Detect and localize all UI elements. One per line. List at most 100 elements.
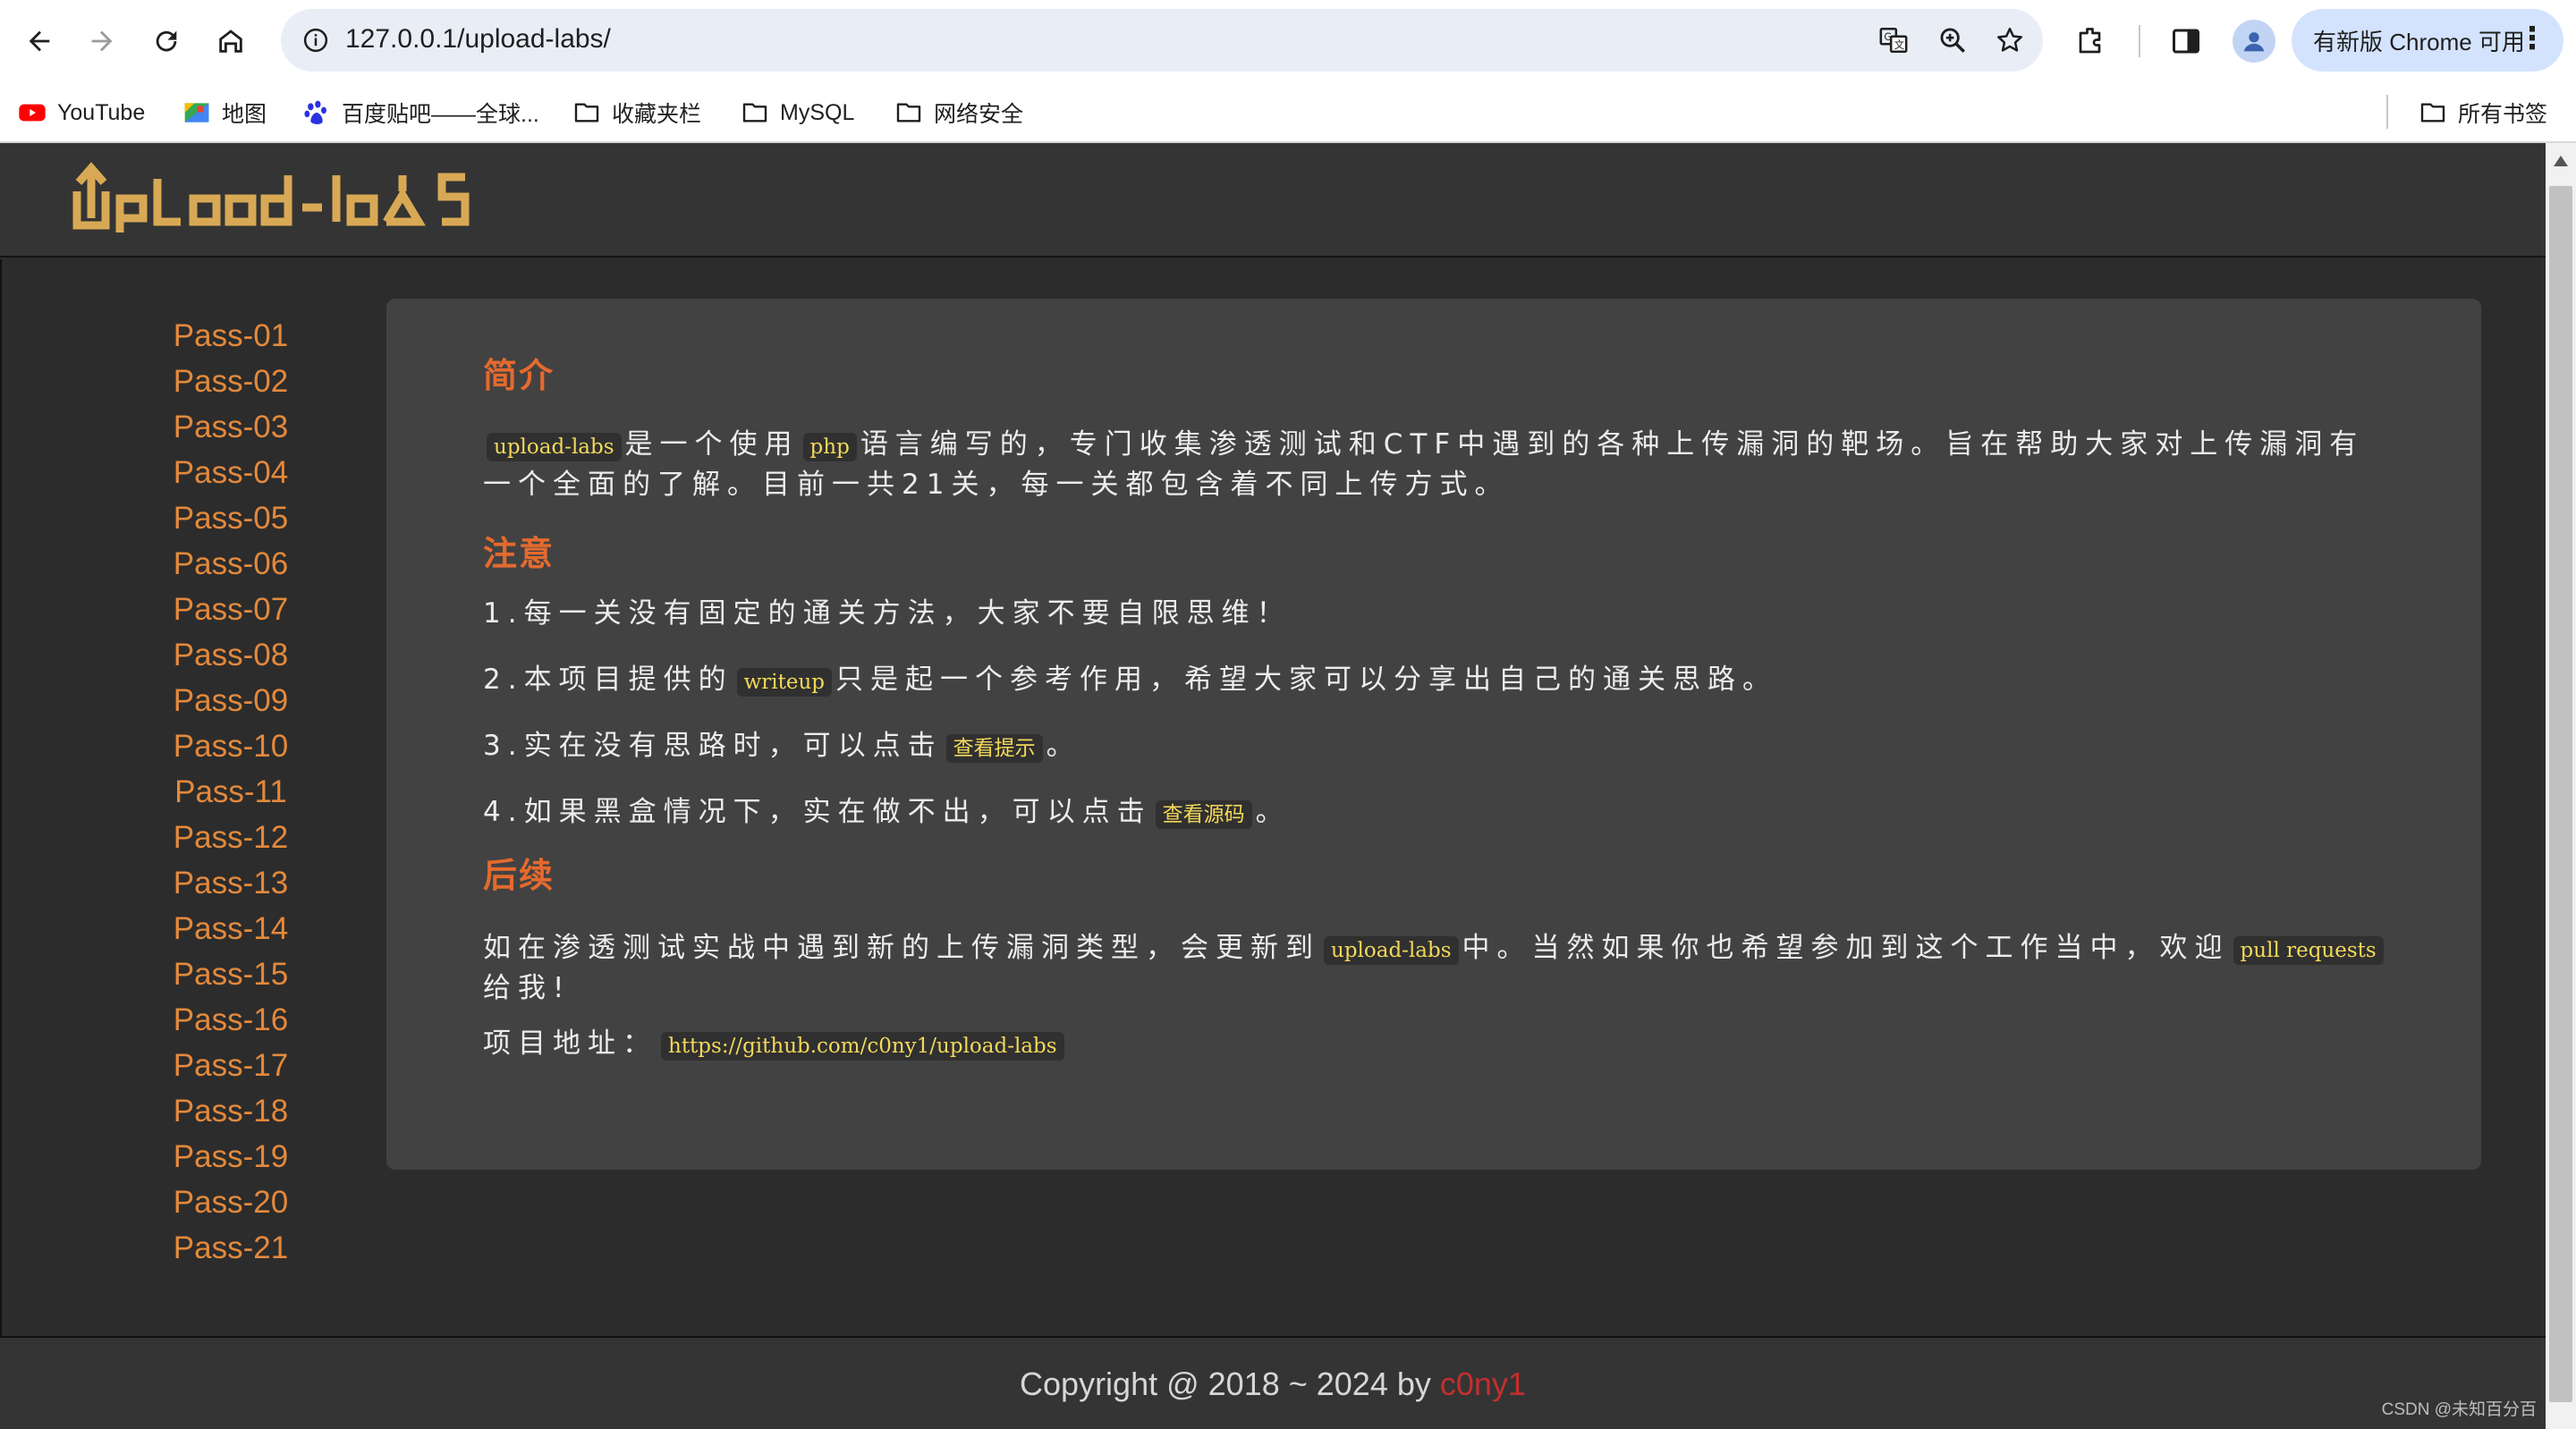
author-link[interactable]: c0ny1 bbox=[1440, 1366, 1526, 1402]
project-address: 项目地址： https://github.com/c0ny1/upload-lab… bbox=[483, 1010, 2388, 1077]
folder-icon bbox=[896, 103, 921, 123]
note-3-text-a: 3.实在没有思路时，可以点击 bbox=[483, 730, 943, 762]
content-panel: 简介 upload-labs 是一个使用 php 语言编写的，专门收集渗透测试和CTF… bbox=[386, 299, 2481, 1170]
bookmark-folder-mysql[interactable]: MySQL bbox=[741, 93, 854, 132]
folder-icon bbox=[574, 103, 599, 123]
maps-icon bbox=[184, 103, 209, 123]
pass-link-07[interactable]: Pass-07 bbox=[132, 587, 329, 632]
pass-link-10[interactable]: Pass-10 bbox=[132, 723, 329, 769]
all-bookmarks-button[interactable]: 所有书签 bbox=[2419, 93, 2547, 132]
code-pull-requests: pull requests bbox=[2233, 936, 2384, 965]
project-address-link[interactable]: https://github.com/c0ny1/upload-labs bbox=[661, 1032, 1064, 1061]
note-2-text-b: 只是起一个参考作用，希望大家可以分享出自己的通关思路。 bbox=[835, 664, 1778, 696]
pass-link-06[interactable]: Pass-06 bbox=[132, 541, 329, 587]
pass-link-09[interactable]: Pass-09 bbox=[132, 678, 329, 723]
bookmarks-divider bbox=[2386, 95, 2388, 129]
folder-icon bbox=[742, 103, 767, 123]
bookmark-folder-security[interactable]: 网络安全 bbox=[894, 93, 1023, 132]
pass-link-18[interactable]: Pass-18 bbox=[132, 1088, 329, 1134]
pass-link-02[interactable]: Pass-02 bbox=[132, 359, 329, 404]
pass-link-16[interactable]: Pass-16 bbox=[132, 997, 329, 1043]
baidu-paw-icon bbox=[304, 100, 326, 124]
view-hint-button[interactable]: 查看提示 bbox=[945, 734, 1043, 763]
youtube-icon bbox=[19, 104, 46, 122]
view-source-button[interactable]: 查看源码 bbox=[1155, 800, 1252, 829]
pass-link-08[interactable]: Pass-08 bbox=[132, 632, 329, 678]
note-4-text-b: 。 bbox=[1255, 796, 1291, 828]
note-2: 2.本项目提供的 writeup 只是起一个参考作用，希望大家可以分享出自己的通关思… bbox=[483, 647, 2388, 713]
followup-text-2: 中。当然如果你也希望参加到这个工作当中，欢迎 bbox=[1462, 932, 2230, 964]
address-bar[interactable]: 127.0.0.1/upload-labs/ G文 bbox=[281, 9, 2043, 72]
intro-paragraph: upload-labs 是一个使用 php 语言编写的，专门收集渗透测试和CTF中遇到… bbox=[483, 426, 2388, 503]
forward-button[interactable] bbox=[77, 16, 127, 66]
zoom-icon[interactable] bbox=[1932, 20, 1973, 61]
bookmark-label: YouTube bbox=[57, 99, 146, 125]
back-arrow-icon bbox=[29, 30, 50, 52]
pass-link-12[interactable]: Pass-12 bbox=[132, 815, 329, 860]
intro-text-1: 是一个使用 bbox=[624, 428, 800, 461]
pass-link-05[interactable]: Pass-05 bbox=[132, 495, 329, 541]
bookmark-label: 所有书签 bbox=[2458, 102, 2548, 127]
page-scrollbar[interactable] bbox=[2546, 143, 2576, 1429]
code-writeup: writeup bbox=[736, 668, 833, 697]
site-info-icon[interactable] bbox=[295, 20, 336, 61]
code-php: php bbox=[802, 433, 857, 461]
bookmarks-bar: YouTube 地图 百度贴吧——全球... 收藏夹栏 MySQL 网络安全 所… bbox=[0, 82, 2576, 143]
pass-link-15[interactable]: Pass-15 bbox=[132, 951, 329, 997]
pass-link-03[interactable]: Pass-03 bbox=[132, 404, 329, 450]
svg-text:文: 文 bbox=[1894, 38, 1904, 51]
site-header bbox=[0, 143, 2546, 258]
forward-arrow-icon bbox=[91, 30, 113, 52]
project-address-label: 项目地址： bbox=[483, 1027, 657, 1060]
bookmark-star-icon[interactable] bbox=[1989, 20, 2030, 61]
bookmark-youtube[interactable]: YouTube bbox=[18, 93, 145, 132]
web-page: Pass-01 Pass-02 Pass-03 Pass-04 Pass-05 … bbox=[0, 143, 2546, 1429]
notes-title: 注意 bbox=[483, 534, 555, 573]
pass-link-13[interactable]: Pass-13 bbox=[132, 860, 329, 906]
scrollbar-thumb[interactable] bbox=[2549, 186, 2572, 1402]
followup-title: 后续 bbox=[483, 856, 555, 895]
followup-text-1: 如在渗透测试实战中遇到新的上传漏洞类型，会更新到 bbox=[483, 932, 1320, 964]
bookmark-label: 地图 bbox=[222, 102, 267, 127]
followup-paragraph: 如在渗透测试实战中遇到新的上传漏洞类型，会更新到 upload-labs 中。当然如… bbox=[483, 929, 2388, 1007]
bookmark-maps[interactable]: 地图 bbox=[182, 93, 267, 132]
intro-title: 简介 bbox=[483, 356, 555, 395]
watermark: CSDN @未知百分百 bbox=[2381, 1400, 2537, 1419]
url-text: 127.0.0.1/upload-labs/ bbox=[345, 24, 611, 54]
translate-icon[interactable]: G文 bbox=[1873, 20, 1914, 61]
person-icon bbox=[2243, 32, 2265, 52]
extensions-icon[interactable] bbox=[2066, 16, 2116, 66]
pass-link-17[interactable]: Pass-17 bbox=[132, 1043, 329, 1088]
bookmark-label: 网络安全 bbox=[934, 102, 1024, 127]
back-button[interactable] bbox=[14, 16, 64, 66]
bookmark-tieba[interactable]: 百度贴吧——全球... bbox=[302, 93, 539, 132]
reload-icon bbox=[156, 30, 177, 52]
pass-sidebar: Pass-01 Pass-02 Pass-03 Pass-04 Pass-05 … bbox=[132, 313, 329, 1271]
pass-link-19[interactable]: Pass-19 bbox=[132, 1134, 329, 1180]
home-button[interactable] bbox=[206, 16, 256, 66]
svg-text:G: G bbox=[1884, 30, 1892, 43]
side-panel-icon[interactable] bbox=[2161, 16, 2211, 66]
site-logo[interactable] bbox=[72, 156, 519, 241]
pass-link-21[interactable]: Pass-21 bbox=[132, 1225, 329, 1271]
menu-kebab-icon[interactable]: ⋮ bbox=[2517, 23, 2547, 54]
pass-link-11[interactable]: Pass-11 bbox=[132, 769, 329, 815]
note-1: 1.每一关没有固定的通关方法，大家不要自限思维！ bbox=[483, 597, 1292, 630]
scroll-up-arrow-icon[interactable] bbox=[2554, 156, 2568, 166]
note-4: 4.如果黑盒情况下，实在做不出，可以点击 查看源码。 bbox=[483, 779, 2388, 845]
followup-text-3: 给我! bbox=[483, 972, 572, 1004]
bookmark-folder-favorites[interactable]: 收藏夹栏 bbox=[572, 93, 701, 132]
code-upload-labs-2: upload-labs bbox=[1324, 936, 1459, 965]
note-4-text-a: 4.如果黑盒情况下，实在做不出，可以点击 bbox=[483, 796, 1152, 828]
pass-link-20[interactable]: Pass-20 bbox=[132, 1180, 329, 1225]
pass-link-04[interactable]: Pass-04 bbox=[132, 450, 329, 495]
pass-link-14[interactable]: Pass-14 bbox=[132, 906, 329, 951]
note-3: 3.实在没有思路时，可以点击 查看提示。 bbox=[483, 713, 2388, 779]
reload-button[interactable] bbox=[141, 16, 191, 66]
chrome-update-button[interactable]: 有新版 Chrome 可用 ⋮ bbox=[2292, 9, 2563, 72]
toolbar-divider bbox=[2139, 25, 2140, 57]
copyright-text: Copyright @ 2018 ~ 2024 by bbox=[1020, 1366, 1440, 1402]
pass-link-01[interactable]: Pass-01 bbox=[132, 313, 329, 359]
bookmark-label: 百度贴吧——全球... bbox=[342, 102, 539, 127]
profile-avatar[interactable] bbox=[2233, 20, 2275, 63]
